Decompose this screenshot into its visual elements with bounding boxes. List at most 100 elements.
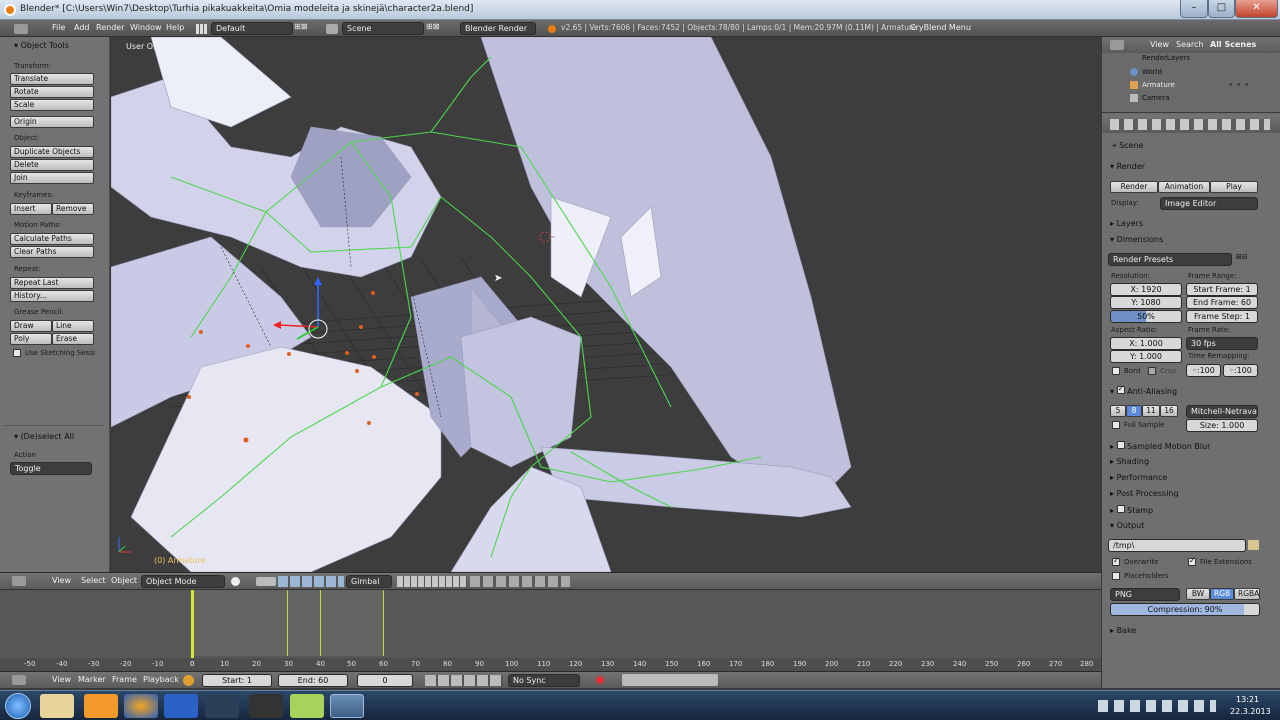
output-panel-header[interactable]: ▾ Output (1110, 521, 1144, 530)
manipulator-icons[interactable] (278, 576, 344, 587)
border-checkbox[interactable] (1112, 367, 1120, 375)
menu-select[interactable]: Select (81, 576, 106, 585)
remap-old-field[interactable]: ◦:100 (1186, 364, 1221, 377)
aa-size-field[interactable]: Size: 1.000 (1186, 419, 1258, 432)
play-button[interactable]: Play (1210, 181, 1258, 193)
layout-add-icon[interactable]: ⊞⊠ (294, 22, 307, 31)
color-rgba-button[interactable]: RGBA (1234, 588, 1260, 600)
clock-time[interactable]: 13:21 (1236, 695, 1259, 704)
duplicate-objects-button[interactable]: Duplicate Objects (10, 146, 94, 158)
keying-set-icons[interactable] (622, 674, 718, 686)
timeline-area[interactable]: -50 -40 -30 -20 -10 0 10 20 30 40 50 60 … (0, 589, 1101, 672)
outliner-scenes-select[interactable]: All Scenes (1210, 40, 1256, 49)
menu-help[interactable]: Help (166, 23, 184, 32)
menu-add[interactable]: Add (74, 23, 90, 32)
color-rgb-button[interactable]: RGB (1210, 588, 1234, 600)
3d-view-icon[interactable] (12, 576, 26, 586)
visibility-icons[interactable]: ⚬ ⚬ ⚬ (1228, 81, 1250, 89)
render-engine-select[interactable]: Blender Render (460, 22, 536, 35)
notepad-taskbar-icon[interactable] (290, 694, 324, 718)
scene-add-icon[interactable]: ⊞⊠ (426, 22, 439, 31)
erase-button[interactable]: Erase (52, 333, 94, 345)
outliner-view-menu[interactable]: View (1150, 40, 1169, 49)
outliner-search-menu[interactable]: Search (1176, 40, 1203, 49)
playback-controls[interactable] (425, 675, 503, 686)
dimensions-panel-header[interactable]: ▾ Dimensions (1110, 235, 1163, 244)
snap-icons[interactable] (470, 576, 570, 587)
end-frame-field[interactable]: End: 60 (278, 674, 348, 687)
menu-playback[interactable]: Playback (143, 675, 179, 684)
outliner-item-world[interactable]: World (1142, 68, 1162, 76)
remap-new-field[interactable]: ◦:100 (1223, 364, 1258, 377)
scene-icon[interactable] (326, 24, 338, 34)
line-button[interactable]: Line (52, 320, 94, 332)
animation-button[interactable]: Animation (1158, 181, 1210, 193)
sketching-session-checkbox[interactable] (13, 349, 21, 357)
delete-button[interactable]: Delete (10, 159, 94, 171)
color-bw-button[interactable]: BW (1186, 588, 1210, 600)
rotate-button[interactable]: Rotate (10, 86, 94, 98)
inkscape-taskbar-icon[interactable] (249, 694, 283, 718)
start-frame-field[interactable]: Start: 1 (202, 674, 272, 687)
aspect-y-field[interactable]: Y: 1.000 (1110, 350, 1182, 363)
fps-select[interactable]: 30 fps (1186, 337, 1258, 350)
aspect-x-field[interactable]: X: 1.000 (1110, 337, 1182, 350)
performance-panel-header[interactable]: ▸ Performance (1110, 473, 1167, 482)
properties-tabs[interactable] (1110, 119, 1270, 130)
end-frame-prop[interactable]: End Frame: 60 (1186, 296, 1258, 309)
layers-grid[interactable] (397, 576, 467, 587)
shading-panel-header[interactable]: ▸ Shading (1110, 457, 1149, 466)
menu-window[interactable]: Window (130, 23, 162, 32)
timeline-editor-icon[interactable] (12, 675, 26, 685)
menu-timeline-view[interactable]: View (52, 675, 71, 684)
outliner-item-camera[interactable]: Camera (1142, 94, 1169, 102)
firefox-taskbar-icon[interactable] (124, 694, 158, 718)
bake-panel-header[interactable]: ▸ Bake (1110, 626, 1136, 635)
aa-level-16[interactable]: 16 (1160, 405, 1178, 417)
full-sample-checkbox[interactable] (1112, 421, 1120, 429)
editor-type-icon[interactable] (14, 24, 28, 34)
motion-blur-checkbox[interactable] (1116, 441, 1125, 449)
insert-keyframe-button[interactable]: Insert (10, 203, 52, 215)
mode-select[interactable]: Object Mode (141, 575, 225, 588)
record-icon[interactable] (596, 676, 604, 684)
render-presets-select[interactable]: Render Presets (1108, 253, 1232, 266)
sync-select[interactable]: No Sync (508, 674, 580, 687)
remove-keyframe-button[interactable]: Remove (52, 203, 94, 215)
crop-checkbox[interactable] (1148, 367, 1156, 375)
aa-filter-select[interactable]: Mitchell-Netravali (1186, 405, 1258, 418)
calculate-paths-button[interactable]: Calculate Paths (10, 233, 94, 245)
resolution-percent-field[interactable]: 50% (1110, 310, 1182, 323)
join-button[interactable]: Join (10, 172, 94, 184)
menu-view[interactable]: View (52, 576, 71, 585)
current-frame-field[interactable]: 0 (357, 674, 413, 687)
outliner-item-armature[interactable]: Armature (1142, 81, 1175, 89)
blender-taskbar-icon[interactable] (330, 694, 364, 718)
shading-solid-icon[interactable] (231, 577, 240, 586)
motion-blur-panel-header[interactable]: ▸ Sampled Motion Blur (1110, 441, 1210, 451)
clear-paths-button[interactable]: Clear Paths (10, 246, 94, 258)
screen-layout-select[interactable]: Default (211, 22, 293, 35)
compression-slider[interactable]: Compression: 90% (1110, 603, 1260, 616)
pivot-icon[interactable] (256, 577, 276, 586)
history-button[interactable]: History... (10, 290, 94, 302)
display-select[interactable]: Image Editor (1160, 197, 1258, 210)
translate-button[interactable]: Translate (10, 73, 94, 85)
tray-icons[interactable] (1098, 700, 1216, 712)
draw-button[interactable]: Draw (10, 320, 52, 332)
anti-aliasing-panel-header[interactable]: ▾ Anti-Aliasing (1110, 384, 1177, 396)
resolution-y-field[interactable]: Y: 1080 (1110, 296, 1182, 309)
frame-step-prop[interactable]: Frame Step: 1 (1186, 310, 1258, 323)
outliner-editor-icon[interactable] (1110, 40, 1124, 50)
maximize-button[interactable]: □ (1208, 0, 1235, 18)
start-frame-prop[interactable]: Start Frame: 1 (1186, 283, 1258, 296)
deselect-all-header[interactable]: ▾ (De)select All (14, 432, 74, 441)
explorer-taskbar-icon[interactable] (40, 694, 74, 718)
steam-taskbar-icon[interactable] (205, 694, 239, 718)
render-button[interactable]: Render (1110, 181, 1158, 193)
cryblend-menu[interactable]: CryBlend Menu (910, 23, 971, 32)
stamp-checkbox[interactable] (1116, 505, 1125, 513)
outliner-item-renderlayers[interactable]: RenderLayers (1142, 54, 1190, 62)
output-path-field[interactable]: /tmp\ (1108, 539, 1246, 552)
render-panel-header[interactable]: ▾ Render (1110, 162, 1145, 171)
